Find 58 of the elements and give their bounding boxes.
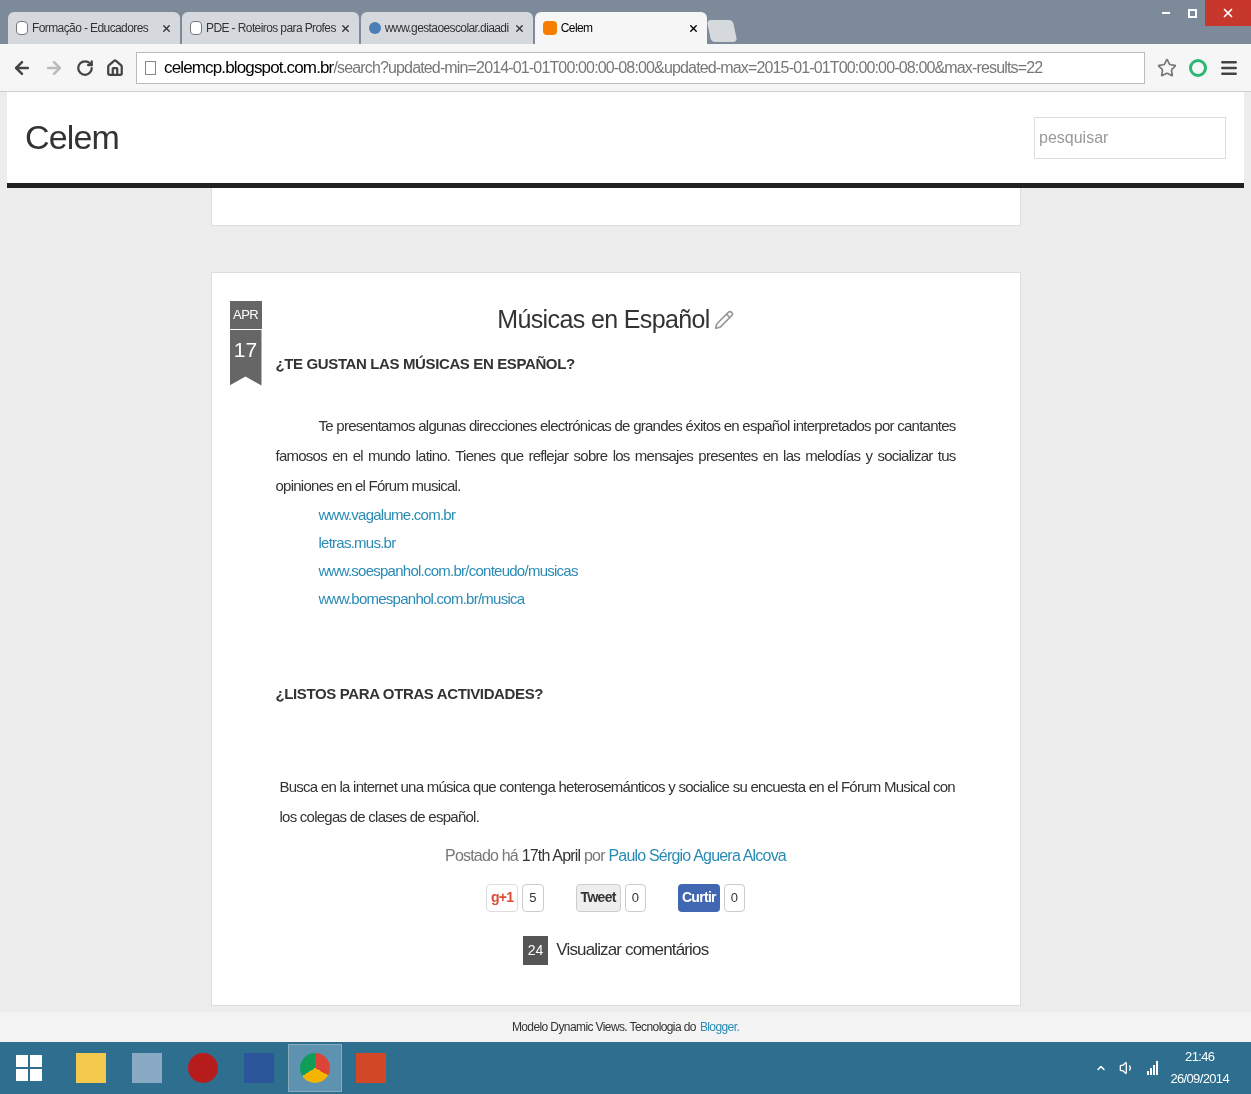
url-path: /search?updated-min=2014-01-01T00:00:00-08:00&updated-max=2015-01-01T00:00:00-08:00&max-results=22 bbox=[333, 57, 1043, 78]
blog-title[interactable]: Celem bbox=[25, 112, 119, 163]
date-month: APR bbox=[229, 301, 262, 329]
page-icon bbox=[16, 21, 28, 35]
globe-icon bbox=[368, 22, 381, 34]
comment-count: 24 bbox=[522, 935, 549, 965]
post-byline: Postado há 17th April por Paulo Sérgio Aguera Alcova bbox=[444, 845, 788, 866]
tab-title: Formação - Educadores bbox=[32, 20, 150, 37]
search-field[interactable]: pesquisar bbox=[1034, 116, 1226, 159]
blogger-icon bbox=[542, 21, 557, 35]
close-icon[interactable] bbox=[687, 22, 699, 34]
close-icon[interactable] bbox=[513, 22, 525, 34]
pencil-icon[interactable] bbox=[713, 309, 734, 330]
footer-text: Modelo Dynamic Views. Tecnologia do bbox=[511, 1019, 696, 1036]
taskbar-button[interactable] bbox=[288, 1044, 342, 1092]
clock-time: 21:46 bbox=[1185, 1048, 1215, 1066]
signal-icon[interactable] bbox=[1147, 1061, 1159, 1075]
section-heading: ¿TE GUSTAN LAS MÚSICAS EN ESPAÑOL? bbox=[275, 353, 576, 374]
post-title[interactable]: Músicas en Español bbox=[497, 301, 710, 339]
url-host: celemcp.blogspot.com.br bbox=[164, 56, 334, 79]
post-paragraph: Busca en la internet una música que contenga heterosemánticos y socialice su encuesta en el Fórum Musical con los colegas de clases de español. bbox=[278, 776, 956, 827]
close-window-button[interactable] bbox=[1205, 0, 1251, 26]
link[interactable]: www.vagalume.com.br bbox=[318, 501, 456, 529]
page-icon bbox=[190, 21, 202, 35]
tab-title: www.gestaoescolar.diaadi bbox=[384, 20, 510, 37]
windows-icon[interactable] bbox=[16, 1055, 42, 1081]
browser-tab[interactable]: www.gestaoescolar.diaadi bbox=[360, 12, 533, 44]
link[interactable]: www.soespanhol.com.br/conteudo/musicas bbox=[318, 557, 578, 585]
tab-title: PDE - Roteiros para Profes bbox=[206, 20, 336, 37]
clock-date: 26/09/2014 bbox=[1170, 1070, 1229, 1088]
address-bar[interactable]: celemcp.blogspot.com.br/search?updated-min=2014-01-01T00:00:00-08:00&updated-max=2015-01-01T00:00:00-08:00&max-results=22 bbox=[136, 51, 1145, 84]
home-icon[interactable] bbox=[106, 58, 124, 77]
page-icon bbox=[145, 60, 156, 75]
share-count: 0 bbox=[624, 883, 646, 912]
close-icon[interactable] bbox=[161, 22, 172, 34]
share-count: 5 bbox=[522, 883, 544, 912]
link[interactable]: www.bomespanhol.com.br/musica bbox=[318, 585, 525, 613]
author-link[interactable]: Paulo Sérgio Aguera Alcova bbox=[608, 846, 786, 864]
share-button[interactable]: g+1 bbox=[485, 883, 519, 912]
close-icon[interactable] bbox=[339, 22, 351, 34]
browser-tab[interactable]: Formação - Educadores bbox=[8, 12, 180, 44]
share-button[interactable]: Tweet bbox=[575, 883, 621, 912]
close-icon bbox=[1221, 6, 1235, 20]
share-count: 0 bbox=[723, 883, 746, 912]
extension-icon[interactable] bbox=[1189, 58, 1207, 77]
browser-tab[interactable]: PDE - Roteiros para Profes bbox=[182, 12, 359, 44]
reload-icon[interactable] bbox=[76, 58, 94, 77]
share-button[interactable]: Curtir bbox=[677, 883, 720, 912]
post-paragraph: Te presentamos algunas direcciones electrónicas de grandes éxitos en español interpretados por cantantes famosos en el mundo latino. Tienes que reflejar sobre los mensajes presentes en las melodías y socializar tus opiniones en el Fórum musical. bbox=[275, 416, 956, 496]
link[interactable]: letras.mus.br bbox=[318, 529, 396, 557]
tab-title: Celem bbox=[560, 20, 594, 37]
star-icon[interactable] bbox=[1157, 57, 1177, 78]
date-day: 17 bbox=[229, 329, 262, 386]
new-tab-button[interactable] bbox=[706, 20, 738, 42]
comments-link[interactable]: Visualizar comentários bbox=[556, 937, 709, 963]
section-heading: ¿LISTOS PARA OTRAS ACTIVIDADES? bbox=[275, 684, 545, 704]
browser-tab[interactable]: Celem bbox=[534, 12, 707, 44]
blogger-link[interactable]: Blogger. bbox=[699, 1018, 740, 1036]
